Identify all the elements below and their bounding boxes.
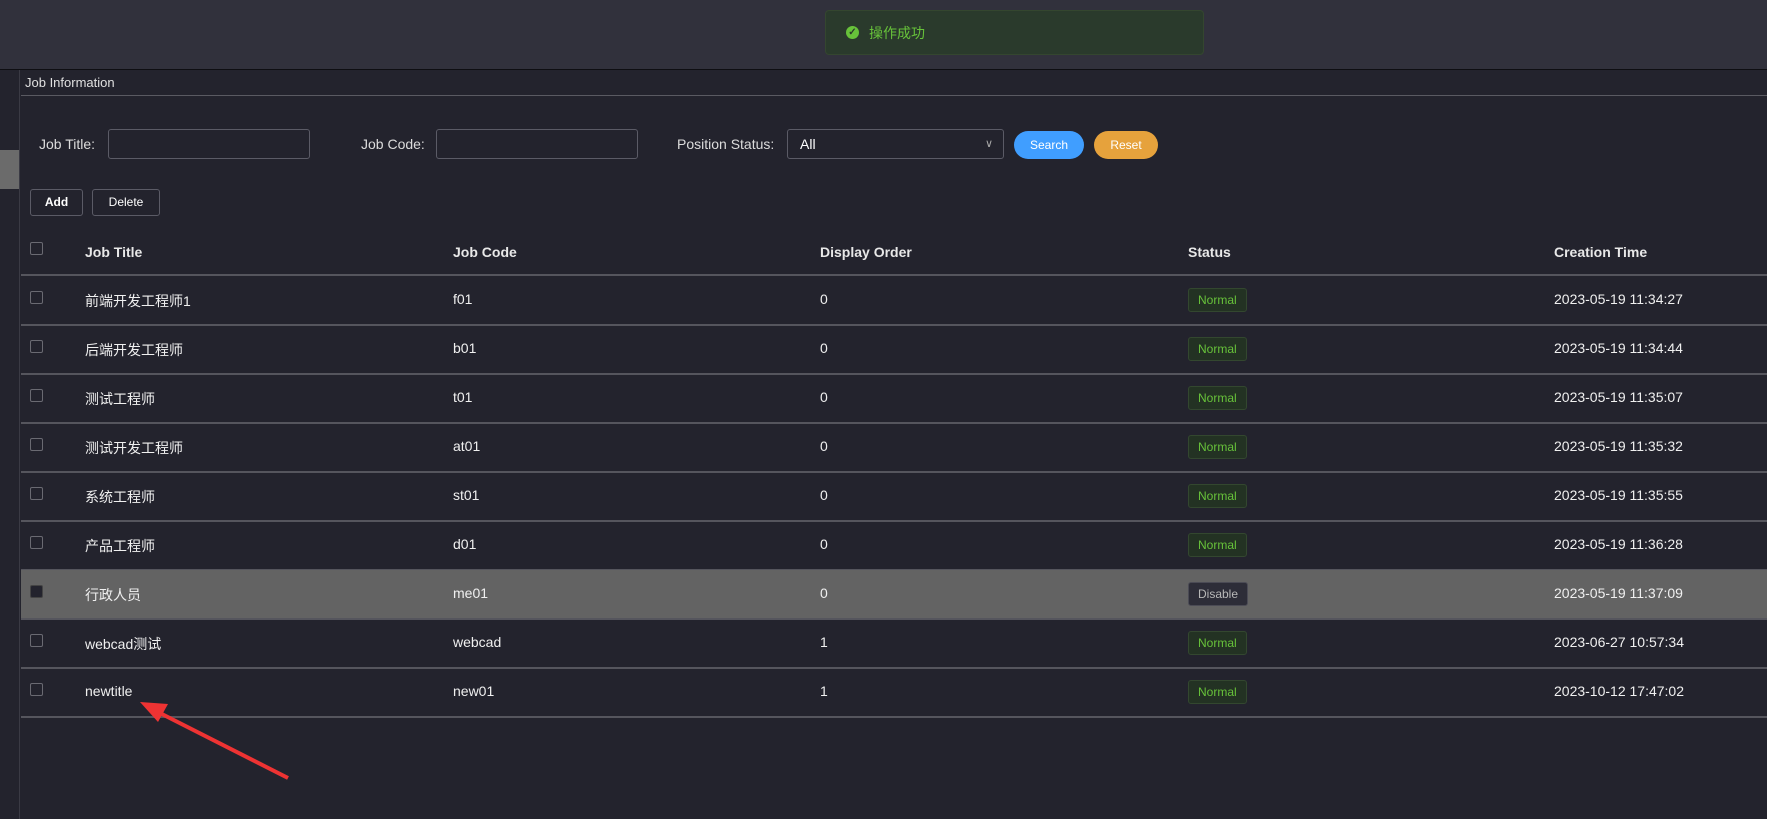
job-title-cell: 系统工程师 [85, 489, 155, 505]
creation-time-cell: 2023-05-19 11:37:09 [1554, 585, 1683, 601]
job-code-cell: me01 [453, 585, 489, 601]
job-code-cell: new01 [453, 683, 495, 699]
success-toast: ✓ 操作成功 [825, 10, 1204, 55]
job-title-cell: 产品工程师 [85, 538, 155, 554]
status-badge: Normal [1188, 631, 1247, 655]
status-badge: Disable [1188, 582, 1249, 606]
add-button[interactable]: Add [30, 189, 83, 216]
creation-time-cell: 2023-05-19 11:35:32 [1554, 438, 1683, 454]
toast-message: 操作成功 [869, 24, 925, 41]
creation-time-cell: 2023-10-12 17:47:02 [1554, 683, 1684, 699]
table-row[interactable]: 前端开发工程师1 f01 0 Normal 2023-05-19 11:34:2… [21, 276, 1767, 325]
table-row[interactable]: 后端开发工程师 b01 0 Normal 2023-05-19 11:34:44 [21, 325, 1767, 374]
table-row[interactable]: 测试工程师 t01 0 Normal 2023-05-19 11:35:07 [21, 374, 1767, 423]
select-all-checkbox[interactable] [30, 242, 43, 255]
creation-time-cell: 2023-05-19 11:34:44 [1554, 340, 1683, 356]
display-order-cell: 0 [820, 438, 828, 454]
job-code-cell: f01 [453, 291, 473, 307]
chevron-down-icon: ∨ [984, 138, 993, 150]
status-badge: Normal [1188, 435, 1247, 459]
creation-time-cell: 2023-05-19 11:35:55 [1554, 487, 1683, 503]
row-checkbox[interactable] [30, 634, 43, 647]
job-title-cell: 后端开发工程师 [85, 342, 183, 358]
status-badge: Normal [1188, 680, 1247, 704]
job-code-cell: d01 [453, 536, 477, 552]
table-row[interactable]: 行政人员 me01 0 Disable 2023-05-19 11:37:09 [21, 570, 1767, 619]
creation-time-cell: 2023-05-19 11:35:07 [1554, 389, 1683, 405]
row-checkbox[interactable] [30, 536, 43, 549]
table-row[interactable]: webcad测试 webcad 1 Normal 2023-06-27 10:5… [21, 619, 1767, 668]
sidebar [0, 70, 20, 819]
job-title-label: Job Title: [39, 136, 96, 152]
row-checkbox[interactable] [30, 291, 43, 304]
display-order-cell: 0 [820, 585, 828, 601]
status-badge: Normal [1188, 484, 1247, 508]
job-title-cell: webcad测试 [85, 636, 162, 652]
creation-time-cell: 2023-06-27 10:57:34 [1554, 634, 1684, 650]
job-code-cell: b01 [453, 340, 477, 356]
creation-time-cell: 2023-05-19 11:34:27 [1554, 291, 1683, 307]
header-job-code: Job Code [453, 244, 517, 260]
sidebar-active-item[interactable] [0, 150, 19, 189]
main-content: Job Information Job Title: Job Code: Pos… [21, 70, 1767, 819]
position-status-value: All [800, 136, 816, 152]
job-title-cell: 行政人员 [85, 587, 141, 603]
display-order-cell: 0 [820, 291, 828, 307]
table-row[interactable]: newtitle new01 1 Normal 2023-10-12 17:47… [21, 668, 1767, 717]
display-order-cell: 1 [820, 634, 828, 650]
table-row[interactable]: 系统工程师 st01 0 Normal 2023-05-19 11:35:55 [21, 472, 1767, 521]
display-order-cell: 0 [820, 487, 828, 503]
display-order-cell: 0 [820, 536, 828, 552]
header-job-title: Job Title [85, 244, 143, 260]
row-checkbox[interactable] [30, 585, 43, 598]
status-badge: Normal [1188, 288, 1247, 312]
job-code-cell: t01 [453, 389, 473, 405]
header-status: Status [1188, 244, 1231, 260]
row-checkbox[interactable] [30, 389, 43, 402]
page-title: Job Information [25, 75, 115, 90]
job-code-input[interactable] [436, 129, 638, 159]
job-title-cell: 测试开发工程师 [85, 440, 183, 456]
display-order-cell: 0 [820, 389, 828, 405]
display-order-cell: 0 [820, 340, 828, 356]
row-checkbox[interactable] [30, 438, 43, 451]
job-title-cell: newtitle [85, 683, 133, 699]
status-badge: Normal [1188, 386, 1247, 410]
job-code-label: Job Code: [361, 136, 425, 152]
job-code-cell: at01 [453, 438, 481, 454]
position-status-label: Position Status: [677, 136, 775, 152]
creation-time-cell: 2023-05-19 11:36:28 [1554, 536, 1683, 552]
job-code-cell: st01 [453, 487, 480, 503]
row-checkbox[interactable] [30, 683, 43, 696]
status-badge: Normal [1188, 533, 1247, 557]
job-title-cell: 测试工程师 [85, 391, 155, 407]
display-order-cell: 1 [820, 683, 828, 699]
search-button[interactable]: Search [1014, 131, 1084, 159]
row-checkbox[interactable] [30, 340, 43, 353]
job-code-cell: webcad [453, 634, 502, 650]
table-row[interactable]: 产品工程师 d01 0 Normal 2023-05-19 11:36:28 [21, 521, 1767, 570]
reset-button[interactable]: Reset [1094, 131, 1158, 159]
header-creation-time: Creation Time [1554, 244, 1648, 260]
job-title-input[interactable] [108, 129, 310, 159]
job-title-cell: 前端开发工程师1 [85, 293, 191, 309]
row-divider [21, 716, 1767, 718]
delete-button[interactable]: Delete [92, 189, 160, 216]
table-row[interactable]: 测试开发工程师 at01 0 Normal 2023-05-19 11:35:3… [21, 423, 1767, 472]
row-checkbox[interactable] [30, 487, 43, 500]
status-badge: Normal [1188, 337, 1247, 361]
header-display-order: Display Order [820, 244, 912, 260]
position-status-select[interactable]: All ∨ [787, 129, 1004, 159]
check-circle-icon: ✓ [846, 26, 859, 39]
divider [21, 95, 1767, 96]
